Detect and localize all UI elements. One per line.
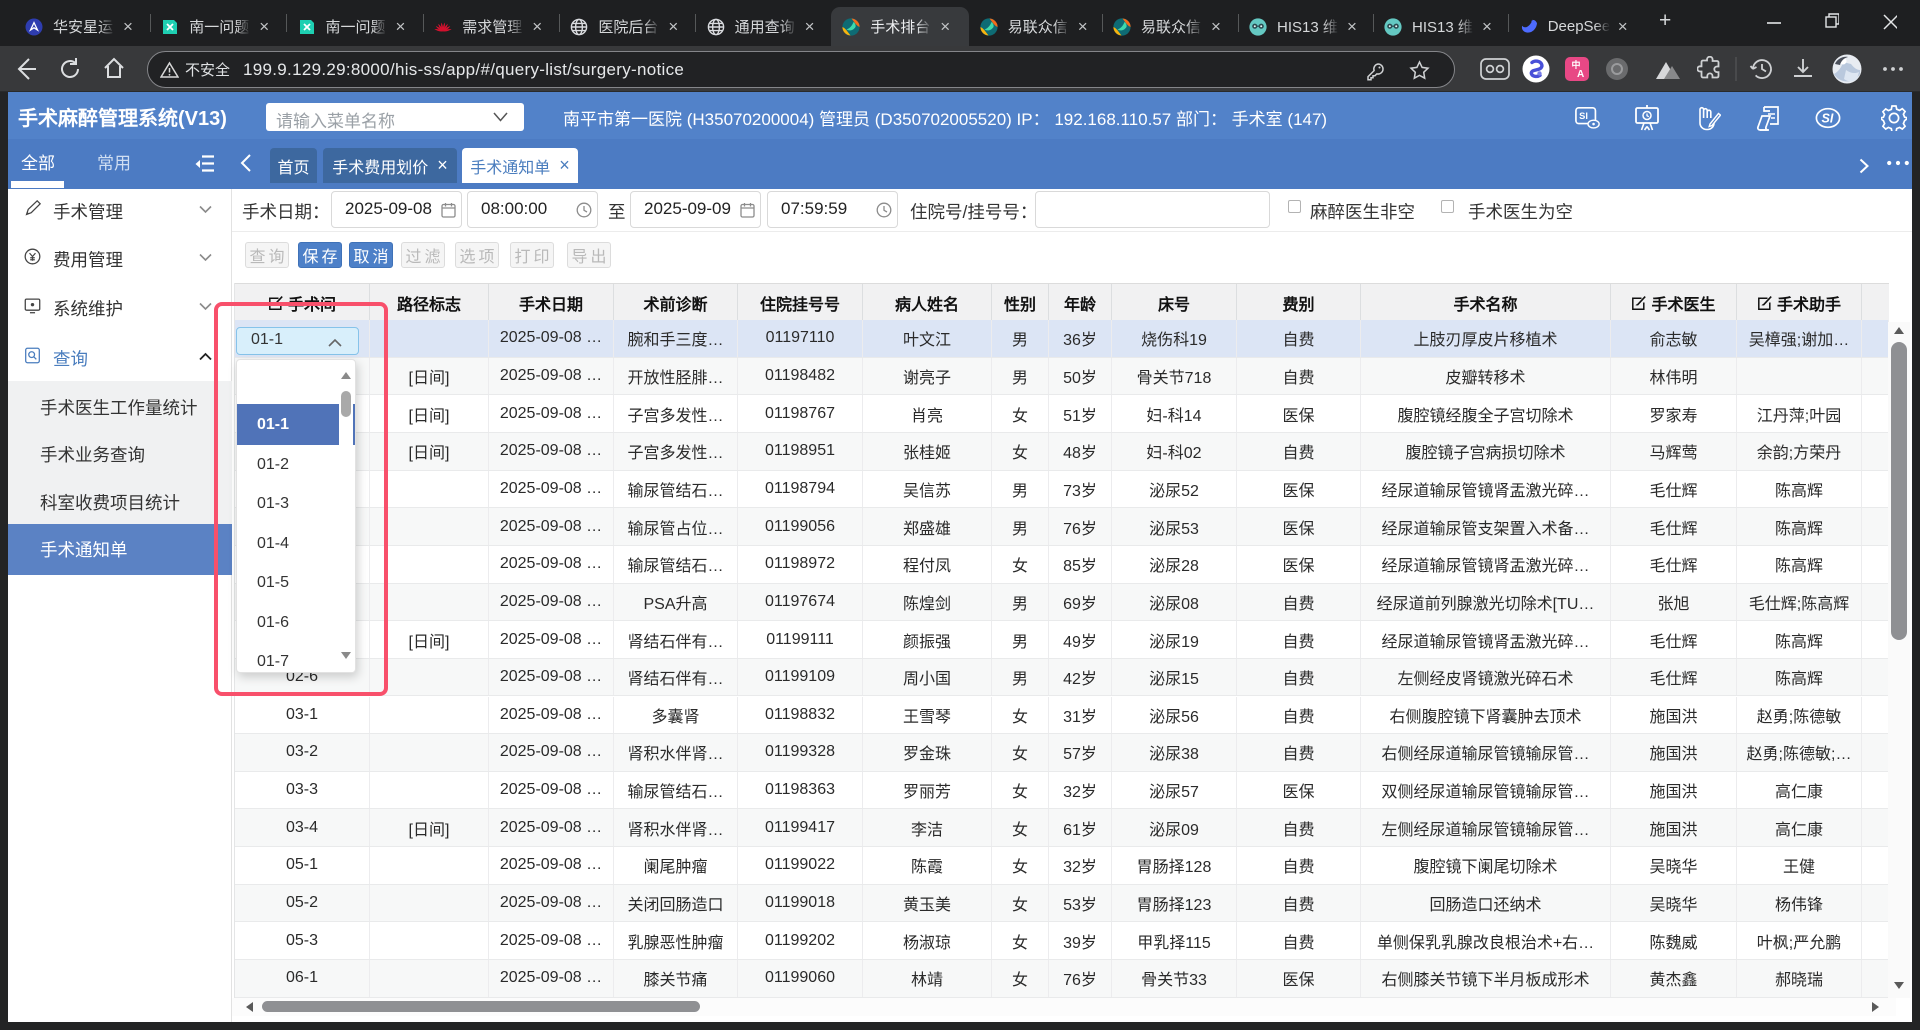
svg-text:SI: SI bbox=[1822, 112, 1834, 126]
svg-text:A: A bbox=[1577, 69, 1584, 80]
svg-text:SI: SI bbox=[1579, 111, 1588, 121]
